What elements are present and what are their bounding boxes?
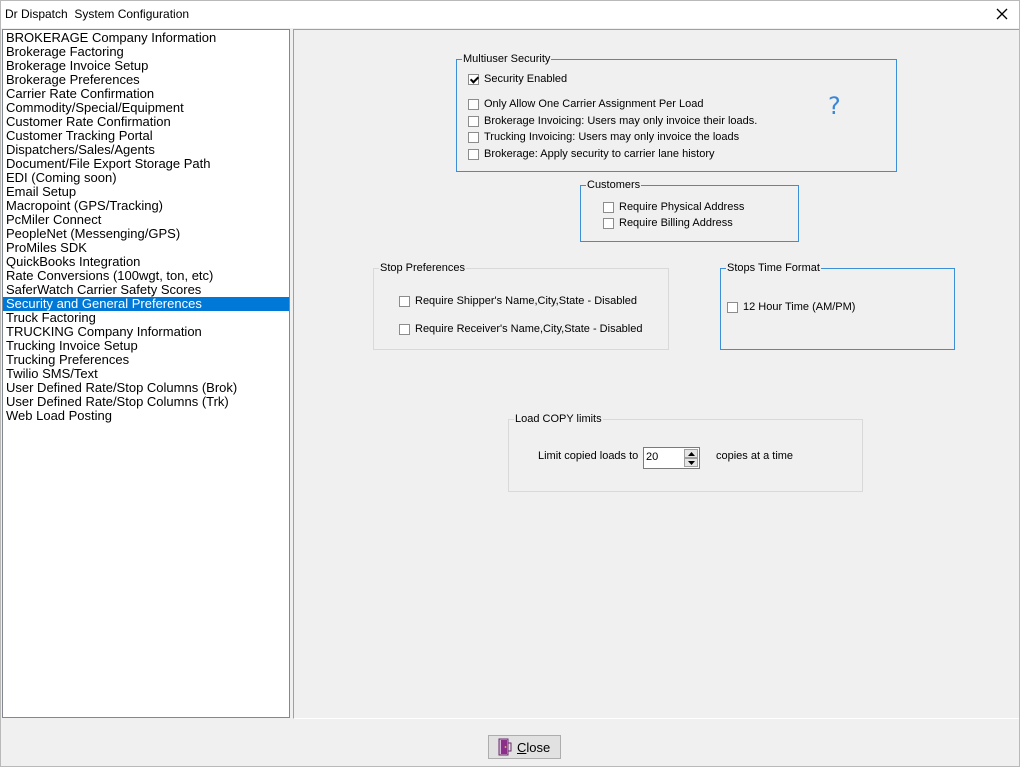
close-icon [996,8,1008,20]
checkbox-require-shipper[interactable]: Require Shipper's Name,City,State - Disa… [399,294,637,308]
sidebar-item[interactable]: BROKERAGE Company Information [3,31,289,45]
sidebar-item[interactable]: Customer Rate Confirmation [3,115,289,129]
configuration-section-list[interactable]: BROKERAGE Company Information Brokerage F… [2,29,290,718]
title-bar: Dr Dispatch System Configuration [1,1,1019,28]
checkbox-require-billing-address[interactable]: Require Billing Address [603,216,733,230]
12-hour-time-checkbox[interactable] [727,301,738,313]
spin-down-button[interactable] [684,458,698,467]
sidebar-item[interactable]: Rate Conversions (100wgt, ton, etc) [3,269,289,283]
sidebar-item[interactable]: SaferWatch Carrier Safety Scores [3,283,289,297]
checkbox-require-receiver[interactable]: Require Receiver's Name,City,State - Dis… [399,322,642,336]
system-configuration-window: Dr Dispatch System Configuration BROKERA… [0,0,1020,767]
arrow-down-icon [688,461,695,465]
checkbox-security-enabled[interactable]: Security Enabled [468,72,567,86]
12-hour-time-label: 12 Hour Time (AM/PM) [743,301,856,313]
require-shipper-label: Require Shipper's Name,City,State - Disa… [415,295,637,307]
brokerage-invoicing-label: Brokerage Invoicing: Users may only invo… [484,115,758,127]
copy-limit-input[interactable] [646,451,682,463]
sidebar-item[interactable]: ProMiles SDK [3,241,289,255]
sidebar-item[interactable]: Brokerage Preferences [3,73,289,87]
sidebar-item[interactable]: PcMiler Connect [3,213,289,227]
require-receiver-label: Require Receiver's Name,City,State - Dis… [415,323,643,335]
carrier-lane-history-label: Brokerage: Apply security to carrier lan… [484,148,715,160]
checkbox-trucking-invoicing[interactable]: Trucking Invoicing: Users may only invoi… [468,130,739,144]
copies-at-a-time-label: copies at a time [716,450,794,462]
sidebar-item[interactable]: Macropoint (GPS/Tracking) [3,199,289,213]
checkbox-carrier-lane-history[interactable]: Brokerage: Apply security to carrier lan… [468,147,715,161]
checkbox-require-physical-address[interactable]: Require Physical Address [603,200,744,214]
sidebar-item[interactable]: Commodity/Special/Equipment [3,101,289,115]
sidebar-item[interactable]: Truck Factoring [3,311,289,325]
load-copy-limits-title: Load COPY limits [514,412,603,426]
sidebar-item[interactable]: Security and General Preferences [3,297,289,311]
checkbox-brokerage-invoicing[interactable]: Brokerage Invoicing: Users may only invo… [468,114,757,128]
require-physical-address-checkbox[interactable] [603,201,614,213]
sidebar-item[interactable]: Brokerage Invoice Setup [3,59,289,73]
checkbox-one-carrier-assignment[interactable]: Only Allow One Carrier Assignment Per Lo… [468,97,704,111]
sidebar-item[interactable]: Trucking Invoice Setup [3,339,289,353]
require-receiver-checkbox[interactable] [399,323,410,335]
arrow-up-icon [688,452,695,456]
one-carrier-assignment-label: Only Allow One Carrier Assignment Per Lo… [484,98,704,110]
stop-preferences-title: Stop Preferences [379,261,466,275]
checkbox-12-hour-time[interactable]: 12 Hour Time (AM/PM) [727,300,855,314]
close-button[interactable]: Close [488,735,561,759]
window-close-button[interactable] [989,2,1015,26]
sidebar-item[interactable]: EDI (Coming soon) [3,171,289,185]
copy-limit-spinner[interactable] [643,447,700,469]
brokerage-invoicing-checkbox[interactable] [468,115,479,127]
sidebar-item[interactable]: Trucking Preferences [3,353,289,367]
sidebar-item[interactable]: Dispatchers/Sales/Agents [3,143,289,157]
security-enabled-label: Security Enabled [484,73,568,85]
sidebar-item[interactable]: TRUCKING Company Information [3,325,289,339]
window-title: Dr Dispatch System Configuration [5,7,190,21]
require-billing-address-checkbox[interactable] [603,217,614,229]
sidebar-item[interactable]: User Defined Rate/Stop Columns (Brok) [3,381,289,395]
door-exit-icon [498,738,512,756]
customers-title: Customers [586,178,642,192]
trucking-invoicing-checkbox[interactable] [468,131,479,143]
sidebar-item[interactable]: Customer Tracking Portal [3,129,289,143]
sidebar-item[interactable]: QuickBooks Integration [3,255,289,269]
question-mark-icon[interactable]: ? [828,92,841,120]
carrier-lane-history-checkbox[interactable] [468,148,479,160]
stop-preferences-group: Stop Preferences [373,261,669,350]
sidebar-item[interactable]: Twilio SMS/Text [3,367,289,381]
sidebar-item[interactable]: Email Setup [3,185,289,199]
security-enabled-checkbox[interactable] [468,73,479,85]
sidebar-item[interactable]: Carrier Rate Confirmation [3,87,289,101]
sidebar-item[interactable]: Web Load Posting [3,409,289,423]
one-carrier-assignment-checkbox[interactable] [468,98,479,110]
require-physical-address-label: Require Physical Address [619,201,745,213]
sidebar-item[interactable]: PeopleNet (Messenging/GPS) [3,227,289,241]
stops-time-format-title: Stops Time Format [726,261,821,275]
close-button-label: Close [517,739,551,755]
spin-up-button[interactable] [684,449,698,458]
require-billing-address-label: Require Billing Address [619,217,733,229]
sidebar-item[interactable]: User Defined Rate/Stop Columns (Trk) [3,395,289,409]
sidebar-item[interactable]: Brokerage Factoring [3,45,289,59]
multiuser-security-title: Multiuser Security [462,52,552,66]
require-shipper-checkbox[interactable] [399,295,410,307]
sidebar-item[interactable]: Document/File Export Storage Path [3,157,289,171]
trucking-invoicing-label: Trucking Invoicing: Users may only invoi… [484,131,740,143]
limit-copied-loads-label: Limit copied loads to [538,450,639,462]
